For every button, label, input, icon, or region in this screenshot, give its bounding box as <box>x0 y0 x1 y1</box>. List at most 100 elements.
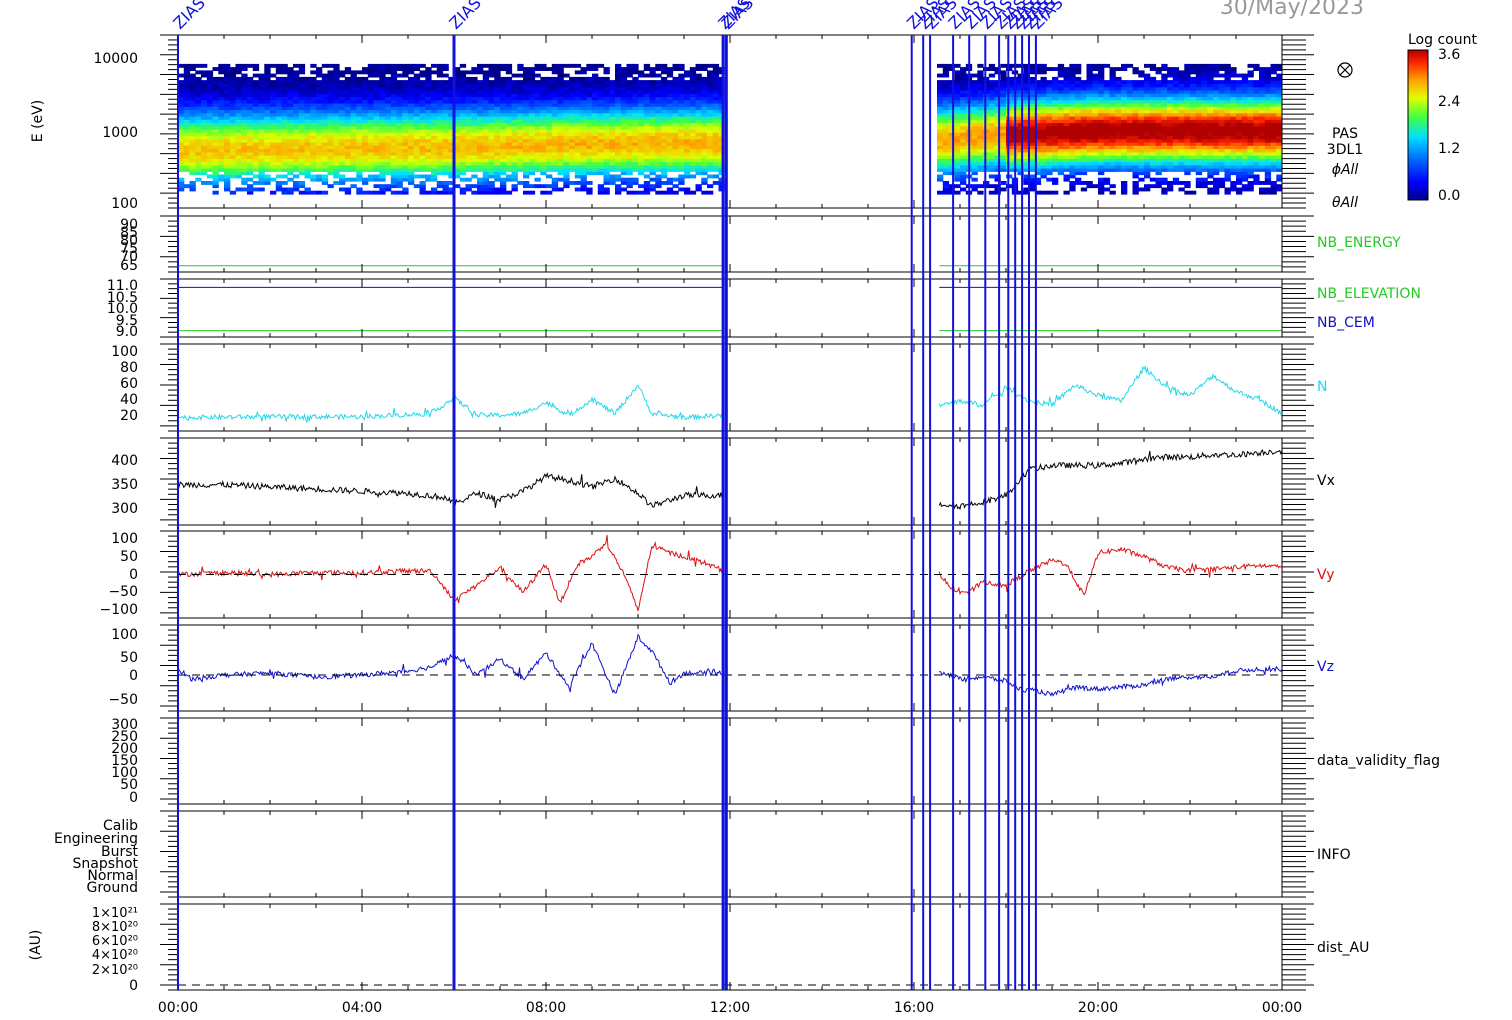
spectrogram-cell <box>373 190 380 195</box>
spectrogram-cell <box>988 80 996 84</box>
spectrogram-cell <box>459 63 467 68</box>
spectrogram-cell <box>298 76 306 81</box>
spectrogram-cell <box>356 76 363 81</box>
spectrogram-cell <box>206 174 214 179</box>
spectrogram-cell <box>1138 187 1145 192</box>
spectrogram-cell <box>684 70 691 75</box>
spectrogram-cell <box>442 80 449 84</box>
spectrogram-cell <box>517 73 524 78</box>
spectrogram-cell <box>298 190 306 195</box>
spectrogram-cell <box>270 63 277 68</box>
spectrogram-cell <box>603 187 610 192</box>
spectrogram-cell <box>534 184 541 189</box>
spectrogram-cell <box>229 190 237 195</box>
spectrogram-cell <box>1190 76 1197 81</box>
spectrogram-cell <box>528 184 536 189</box>
spectrogram-cell <box>402 187 409 192</box>
spectrogram-cell <box>390 190 398 195</box>
spectrogram-cell <box>304 76 311 81</box>
spectrogram-cell <box>488 80 495 84</box>
spectrogram-cell <box>218 174 225 179</box>
spectrogram-cell <box>310 174 317 179</box>
spectrogram-cell <box>390 63 398 68</box>
spectrogram-cell <box>597 184 605 189</box>
spectrogram-cell <box>1144 63 1151 68</box>
spectrogram-cell <box>465 184 472 189</box>
spectrogram-cell <box>1190 190 1197 195</box>
spectrogram-cell <box>408 76 415 81</box>
spectrogram-cell <box>672 177 679 182</box>
spectrogram-cell <box>1132 67 1139 71</box>
spectrogram-cell <box>1167 67 1174 71</box>
spectrogram-cell <box>626 190 633 195</box>
spectrogram-cell <box>1178 181 1185 185</box>
spectrogram-cell <box>459 70 467 75</box>
spectrogram-cell <box>1052 67 1059 71</box>
spectrogram-cell <box>592 73 599 78</box>
spectrogram-cell <box>626 63 633 68</box>
spectrogram-cell <box>212 76 219 81</box>
spectrogram-cell <box>937 190 944 195</box>
spectrogram-cell <box>540 76 547 81</box>
spectrogram-cell <box>574 76 582 81</box>
spectrogram-cell <box>523 190 530 195</box>
spectrogram-cell <box>1161 177 1168 182</box>
spectrogram-cell <box>1138 70 1145 75</box>
spectrogram-cell <box>1207 181 1214 185</box>
spectrogram-cell <box>1161 187 1168 192</box>
spectrogram-cell <box>1052 190 1059 195</box>
spectrogram-cell <box>632 177 639 182</box>
colorbar-tick: 2.4 <box>1438 94 1460 110</box>
spectrogram-cell <box>270 190 277 195</box>
spectrogram-cell <box>436 190 444 195</box>
spectrogram-cell <box>235 187 242 192</box>
spectrogram-cell <box>574 70 582 75</box>
spectrogram-cell <box>707 70 714 75</box>
spectrogram-cell <box>362 67 369 71</box>
spectrogram-cell <box>1115 67 1122 71</box>
spectrogram-cell <box>367 174 375 179</box>
spectrogram-cell <box>580 76 587 81</box>
spectrogram-cell <box>350 177 357 182</box>
spectrogram-cell <box>310 63 317 68</box>
spectrogram-cell <box>356 187 363 192</box>
spectrogram-cell <box>672 63 679 68</box>
spectrogram-cell <box>546 174 553 179</box>
spectrogram-cell <box>672 76 679 81</box>
spectrogram-cell <box>189 181 196 185</box>
spectrogram-cell <box>649 80 656 84</box>
spectrogram-cell <box>684 187 691 192</box>
spectrogram-cell <box>1063 190 1070 195</box>
spectrogram-cell <box>1046 190 1053 195</box>
spectrogram-cell <box>655 73 662 78</box>
spectrogram-cell <box>419 63 426 68</box>
spectrogram-cell <box>442 181 449 185</box>
spectrogram-cell <box>620 177 628 182</box>
spectrogram-cell <box>569 76 576 81</box>
spectrogram-cell <box>425 190 432 195</box>
spectrogram-cell <box>436 80 444 84</box>
spectrogram-cell <box>580 67 587 71</box>
spectrogram-cell <box>678 63 685 68</box>
spectrogram-cell <box>1195 177 1203 182</box>
spectrogram-cell <box>379 63 386 68</box>
spectrogram-cell <box>597 63 605 68</box>
spectrogram-cell <box>275 76 283 81</box>
spectrogram-cell <box>632 76 639 81</box>
spectrogram-cell <box>1167 181 1174 185</box>
spectrogram-cell <box>201 70 208 75</box>
spectrogram-cell <box>258 73 265 78</box>
spectrogram-cell <box>333 63 340 68</box>
spectrogram-cell <box>534 80 541 84</box>
spectrogram-cell <box>396 73 403 78</box>
spectrogram-cell <box>1109 190 1116 195</box>
spectrogram-cell <box>1201 63 1208 68</box>
spectrogram-cell <box>195 177 202 182</box>
spectrogram-cell <box>678 187 685 192</box>
spectrogram-cell <box>321 63 329 68</box>
spectrogram-cell <box>1103 63 1111 68</box>
spectrogram-cell <box>1138 177 1145 182</box>
spectrogram-cell <box>977 190 984 195</box>
spectrogram-cell <box>661 76 668 81</box>
spectrogram-cell <box>563 73 570 78</box>
